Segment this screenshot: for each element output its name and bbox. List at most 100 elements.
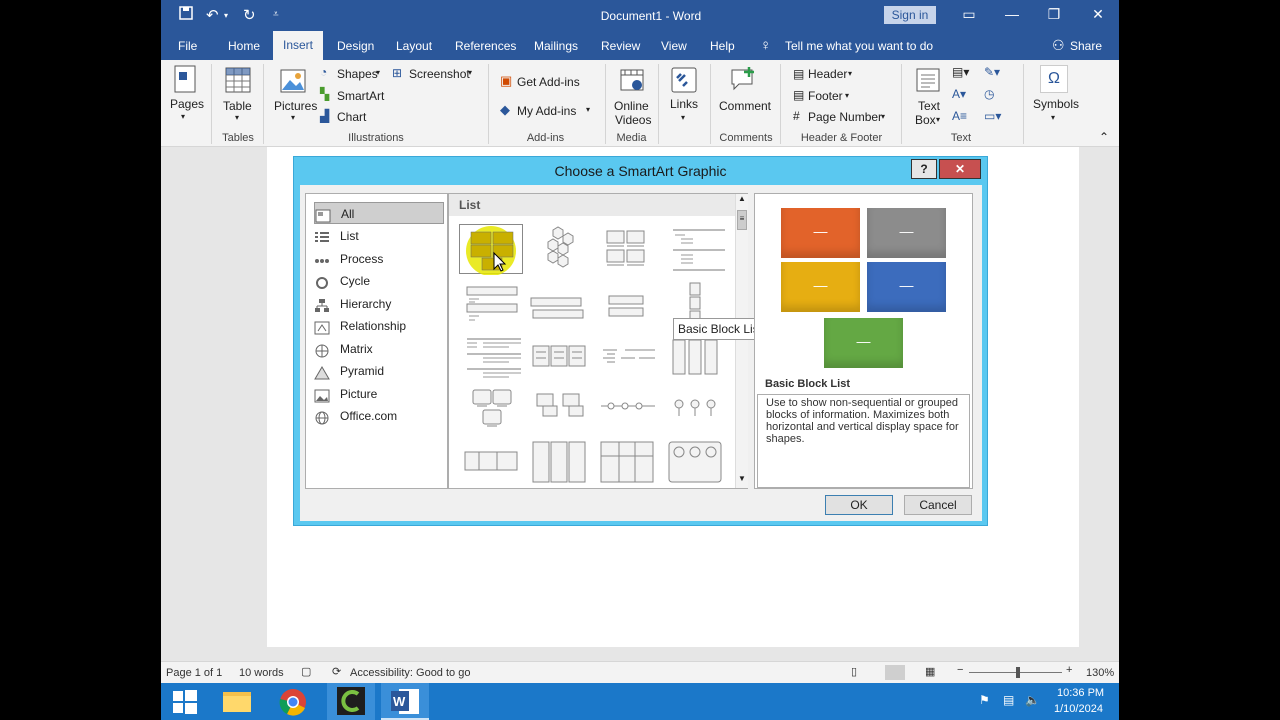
word-count[interactable]: 10 words	[239, 667, 284, 679]
tab-mailings[interactable]: Mailings	[534, 39, 578, 53]
page-count[interactable]: Page 1 of 1	[166, 667, 222, 679]
links-button[interactable]	[670, 66, 698, 97]
shapes-button[interactable]: Shapes	[337, 67, 378, 81]
category-relationship[interactable]: Relationship	[314, 315, 444, 337]
drop-cap-icon[interactable]: A≡	[952, 109, 967, 123]
layout-square-accent-list[interactable]	[595, 438, 659, 488]
pictures-button[interactable]	[279, 68, 307, 97]
category-matrix[interactable]: Matrix	[314, 338, 444, 360]
redo-icon[interactable]: ↻	[243, 6, 256, 24]
clock-date[interactable]: 1/10/2024	[1054, 703, 1103, 715]
layout-picture-caption-list[interactable]	[595, 224, 659, 274]
start-button[interactable]	[161, 683, 209, 720]
table-button[interactable]	[224, 66, 252, 97]
web-layout-icon[interactable]: ▦	[925, 665, 935, 678]
header-button[interactable]: Header	[808, 67, 847, 81]
zoom-out-icon[interactable]: −	[957, 664, 963, 676]
proofing-icon[interactable]: ▢	[301, 665, 311, 678]
signature-line-icon[interactable]: ✎▾	[984, 65, 1000, 79]
date-time-icon[interactable]: ◷	[984, 87, 994, 101]
customize-qat-icon[interactable]: ⩡	[273, 9, 279, 20]
category-office-com[interactable]: Office.com	[314, 405, 444, 427]
category-list-item[interactable]: List	[314, 225, 444, 247]
pages-button[interactable]	[169, 64, 201, 97]
layout-chevron-accent-list[interactable]	[459, 438, 523, 488]
share-button[interactable]: Share	[1070, 39, 1102, 53]
layout-horizontal-bullet-list[interactable]	[595, 280, 659, 330]
undo-dropdown-icon[interactable]: ▾	[224, 11, 228, 20]
category-pyramid[interactable]: Pyramid	[314, 360, 444, 382]
ok-button[interactable]: OK	[825, 495, 893, 515]
camtasia-button[interactable]	[327, 683, 375, 720]
tab-review[interactable]: Review	[601, 39, 640, 53]
category-picture[interactable]: Picture	[314, 383, 444, 405]
layout-grouped-list[interactable]	[527, 334, 591, 384]
accessibility-status[interactable]: Accessibility: Good to go	[350, 667, 470, 679]
category-cycle[interactable]: Cycle	[314, 270, 444, 292]
layout-half-circle-list[interactable]	[663, 386, 727, 436]
quick-parts-icon[interactable]: ▤▾	[952, 65, 969, 79]
symbols-button[interactable]: Symbols	[1033, 97, 1079, 111]
gallery-scrollbar[interactable]: ▲ ≡ ▼	[735, 194, 748, 488]
screenshot-button[interactable]: Screenshot	[409, 67, 470, 81]
chrome-button[interactable]	[269, 683, 317, 720]
zoom-level[interactable]: 130%	[1086, 667, 1114, 679]
layout-lined-list[interactable]	[459, 334, 523, 384]
collapse-ribbon-icon[interactable]: ⌃	[1099, 130, 1109, 144]
word-button[interactable]: W	[381, 683, 429, 720]
get-addins-button[interactable]: Get Add-ins	[517, 75, 580, 89]
layout-hierarchy-list[interactable]	[527, 386, 591, 436]
layout-vertical-block-list[interactable]	[663, 334, 727, 384]
layout-circle-list[interactable]	[663, 438, 727, 488]
layout-trapezoid-list[interactable]	[527, 280, 591, 330]
my-addins-button[interactable]: My Add-ins	[517, 104, 576, 118]
cancel-button[interactable]: Cancel	[904, 495, 972, 515]
tell-me-box[interactable]: Tell me what you want to do	[785, 39, 933, 53]
print-layout-icon[interactable]	[885, 665, 905, 680]
category-hierarchy[interactable]: Hierarchy	[314, 293, 444, 315]
undo-icon[interactable]: ↶	[206, 6, 219, 24]
layout-basic-block-list[interactable]	[459, 224, 523, 276]
close-icon[interactable]: ✕	[1083, 6, 1113, 23]
sign-in-button[interactable]: Sign in	[884, 6, 936, 24]
tab-design[interactable]: Design	[337, 39, 374, 53]
minimize-icon[interactable]: —	[997, 6, 1027, 22]
category-process[interactable]: Process	[314, 248, 444, 270]
tab-help[interactable]: Help	[710, 39, 735, 53]
tab-home[interactable]: Home	[228, 39, 260, 53]
flag-icon[interactable]: ⚑	[979, 693, 990, 707]
smartart-button[interactable]: SmartArt	[337, 89, 384, 103]
tab-insert[interactable]: Insert	[273, 31, 323, 60]
maximize-icon[interactable]: ❐	[1039, 6, 1069, 23]
scroll-down-icon[interactable]: ▼	[738, 474, 746, 483]
zoom-in-icon[interactable]: +	[1066, 664, 1072, 676]
network-icon[interactable]: ▤	[1003, 693, 1014, 707]
chart-button[interactable]: Chart	[337, 110, 366, 124]
scroll-up-icon[interactable]: ▲	[738, 194, 746, 203]
volume-icon[interactable]: 🔈	[1025, 693, 1040, 707]
layout-alternating-hexagons[interactable]	[527, 224, 591, 274]
layout-stacked-list[interactable]	[459, 280, 523, 330]
layout-picture-accent-list[interactable]	[459, 386, 523, 436]
omega-icon[interactable]: Ω	[1040, 65, 1068, 93]
layout-bullet-timeline[interactable]	[595, 386, 659, 436]
clock-time[interactable]: 10:36 PM	[1057, 687, 1104, 699]
ribbon-display-icon[interactable]: ▭	[954, 6, 984, 23]
category-all[interactable]: All	[314, 202, 444, 224]
save-icon[interactable]	[179, 6, 193, 24]
online-videos-button[interactable]	[618, 66, 646, 97]
layout-vertical-bullet-list[interactable]	[663, 224, 727, 274]
comment-button[interactable]	[729, 65, 759, 96]
help-button[interactable]: ?	[911, 159, 937, 179]
wordart-icon[interactable]: A▾	[952, 87, 966, 101]
dialog-close-button[interactable]: ✕	[939, 159, 981, 179]
zoom-slider-thumb[interactable]	[1016, 667, 1020, 678]
text-box-button[interactable]	[914, 66, 942, 97]
page-number-button[interactable]: Page Number	[808, 110, 882, 124]
tab-view[interactable]: View	[661, 39, 687, 53]
file-explorer-button[interactable]	[213, 683, 261, 720]
read-mode-icon[interactable]: ▯	[851, 665, 857, 678]
layout-tab-list[interactable]	[527, 438, 591, 488]
layout-table-list[interactable]	[595, 334, 659, 384]
scroll-thumb[interactable]: ≡	[737, 210, 747, 230]
